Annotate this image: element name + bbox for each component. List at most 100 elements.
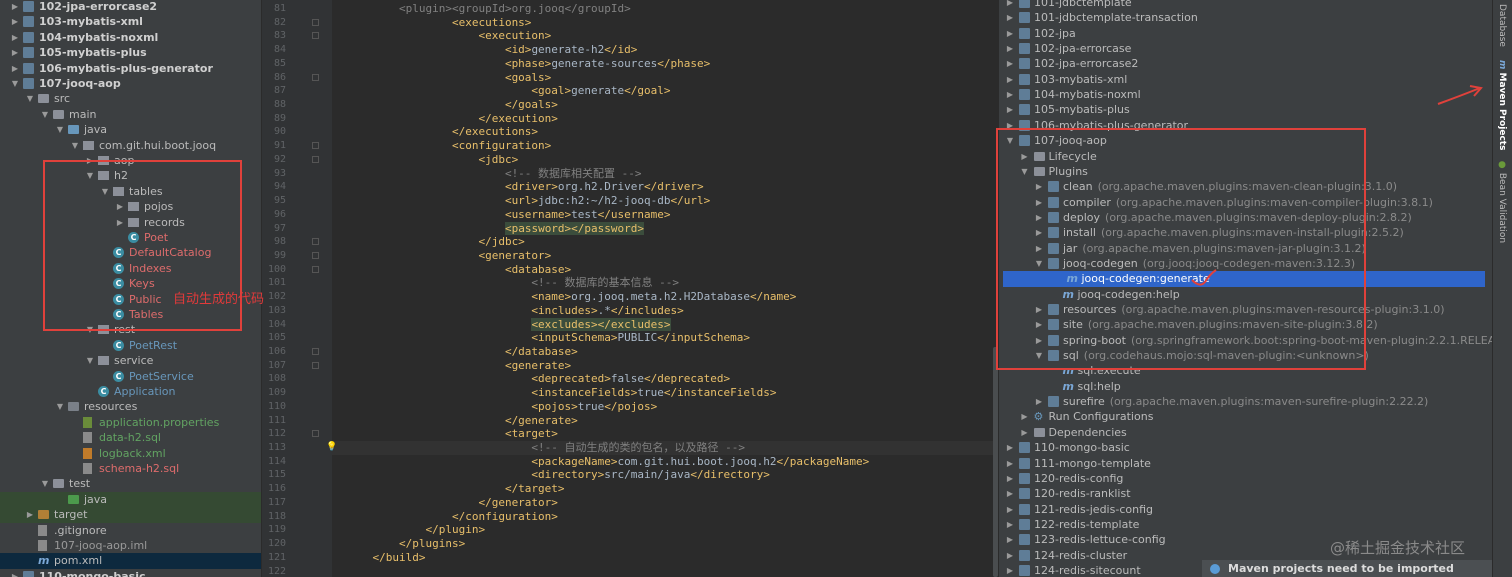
chevron-right-icon[interactable]: ▶	[1005, 87, 1015, 102]
code-line[interactable]: <goal>generate</goal>	[346, 84, 670, 98]
maven-tree-item-jar[interactable]: ▶ jar (org.apache.maven.plugins:maven-jar-…	[999, 241, 1492, 256]
code-line[interactable]: <generate>	[346, 359, 571, 373]
chevron-down-icon[interactable]: ▼	[85, 168, 95, 183]
project-tree-item-test[interactable]: ▼ test	[0, 476, 261, 491]
maven-tree-item-clean[interactable]: ▶ clean (org.apache.maven.plugins:maven-cl…	[999, 179, 1492, 194]
chevron-down-icon[interactable]: ▼	[40, 107, 50, 122]
project-tree-item-103-mybatis-xml[interactable]: ▶ 103-mybatis-xml	[0, 14, 261, 29]
maven-tree-item-plugins[interactable]: ▼ Plugins	[999, 164, 1492, 179]
maven-tree-item-resources[interactable]: ▶ resources (org.apache.maven.plugins:mave…	[999, 302, 1492, 317]
code-line[interactable]: <instanceFields>true</instanceFields>	[346, 386, 776, 400]
maven-tree-item-107-jooq-aop[interactable]: ▼ 107-jooq-aop	[999, 133, 1492, 148]
chevron-right-icon[interactable]: ▶	[10, 14, 20, 29]
code-line[interactable]: </plugins>	[346, 537, 465, 551]
import-notification[interactable]: Maven projects need to be imported	[1202, 560, 1492, 577]
maven-tree-item-sql-execute[interactable]: m sql:execute	[999, 363, 1492, 378]
project-tree-item-data-h2-sql[interactable]: data-h2.sql	[0, 430, 261, 445]
chevron-down-icon[interactable]: ▼	[85, 322, 95, 337]
chevron-down-icon[interactable]: ▼	[1034, 256, 1044, 271]
code-line[interactable]: <generator>	[346, 249, 551, 263]
chevron-right-icon[interactable]: ▶	[10, 569, 20, 577]
code-line[interactable]: </configuration>	[346, 510, 558, 524]
maven-tree-item-102-jpa-errorcase2[interactable]: ▶ 102-jpa-errorcase2	[999, 56, 1492, 71]
maven-tree-item-105-mybatis-plus[interactable]: ▶ 105-mybatis-plus	[999, 102, 1492, 117]
code-line[interactable]: <directory>src/main/java</directory>	[346, 468, 769, 482]
chevron-right-icon[interactable]: ▶	[1005, 10, 1015, 25]
code-line[interactable]: </target>	[346, 482, 565, 496]
fold-marker-icon[interactable]	[312, 238, 319, 246]
chevron-down-icon[interactable]: ▼	[10, 76, 20, 91]
project-tree-item-defaultcatalog[interactable]: C DefaultCatalog	[0, 245, 261, 260]
project-tree-item-main[interactable]: ▼ main	[0, 107, 261, 122]
chevron-down-icon[interactable]: ▼	[1020, 164, 1030, 179]
fold-marker-icon[interactable]	[312, 155, 319, 163]
maven-tree-item-deploy[interactable]: ▶ deploy (org.apache.maven.plugins:maven-d…	[999, 210, 1492, 225]
chevron-right-icon[interactable]: ▶	[1034, 333, 1044, 348]
maven-tree-item-103-mybatis-xml[interactable]: ▶ 103-mybatis-xml	[999, 72, 1492, 87]
code-line[interactable]: <jdbc>	[346, 153, 518, 167]
chevron-right-icon[interactable]: ▶	[1005, 41, 1015, 56]
code-line[interactable]: </generator>	[346, 496, 557, 510]
chevron-right-icon[interactable]: ▶	[1034, 317, 1044, 332]
maven-tree-item-jooq-codegen-generate[interactable]: m jooq-codegen:generate	[1003, 271, 1485, 287]
project-tree-item-target[interactable]: ▶ target	[0, 507, 261, 523]
chevron-right-icon[interactable]: ▶	[115, 215, 125, 230]
project-tree-item-110-mongo-basic[interactable]: ▶ 110-mongo-basic	[0, 569, 261, 577]
code-line[interactable]: </database>	[346, 345, 578, 359]
code-line[interactable]: <username>test</username>	[346, 208, 671, 222]
project-tree-item-src[interactable]: ▼ src	[0, 91, 261, 106]
chevron-right-icon[interactable]: ▶	[1005, 471, 1015, 486]
maven-tree-item-surefire[interactable]: ▶ surefire (org.apache.maven.plugins:maven…	[999, 394, 1492, 409]
maven-tree-item-120-redis-ranklist[interactable]: ▶ 120-redis-ranklist	[999, 486, 1492, 501]
maven-tree-item-104-mybatis-noxml[interactable]: ▶ 104-mybatis-noxml	[999, 87, 1492, 102]
chevron-right-icon[interactable]: ▶	[10, 0, 20, 14]
chevron-right-icon[interactable]: ▶	[1034, 241, 1044, 256]
chevron-right-icon[interactable]: ▶	[115, 199, 125, 214]
code-line[interactable]: <packageName>com.git.hui.boot.jooq.h2</p…	[346, 455, 869, 469]
code-line[interactable]: <plugin><groupId>org.jooq</groupId>	[346, 2, 631, 16]
project-tree-item-107-jooq-aop-iml[interactable]: 107-jooq-aop.iml	[0, 538, 261, 553]
chevron-right-icon[interactable]: ▶	[25, 507, 35, 522]
chevron-right-icon[interactable]: ▶	[85, 153, 95, 168]
chevron-right-icon[interactable]: ▶	[1034, 179, 1044, 194]
chevron-right-icon[interactable]: ▶	[1005, 486, 1015, 501]
fold-marker-icon[interactable]	[312, 18, 319, 26]
project-tree-item-102-jpa-errorcase2[interactable]: ▶ 102-jpa-errorcase2	[0, 0, 261, 14]
chevron-right-icon[interactable]: ▶	[1020, 149, 1030, 164]
code-line[interactable]: <inputSchema>PUBLIC</inputSchema>	[346, 331, 750, 345]
project-tree-item-records[interactable]: ▶ records	[0, 215, 261, 230]
maven-tree-item-spring-boot[interactable]: ▶ spring-boot (org.springframework.boot:sp…	[999, 333, 1492, 348]
maven-tree-item-dependencies[interactable]: ▶ Dependencies	[999, 425, 1492, 440]
chevron-right-icon[interactable]: ▶	[1005, 502, 1015, 517]
maven-tree-item-102-jpa-errorcase[interactable]: ▶ 102-jpa-errorcase	[999, 41, 1492, 56]
code-line[interactable]: <database>	[346, 263, 571, 277]
project-tree-item-application-properties[interactable]: application.properties	[0, 415, 261, 430]
project-tree-item-pojos[interactable]: ▶ pojos	[0, 199, 261, 214]
project-tree-item-tables[interactable]: C Tables	[0, 307, 261, 322]
maven-tree-item-compiler[interactable]: ▶ compiler (org.apache.maven.plugins:maven…	[999, 195, 1492, 210]
maven-tree-item-install[interactable]: ▶ install (org.apache.maven.plugins:maven-…	[999, 225, 1492, 240]
project-tree-item-resources[interactable]: ▼ resources	[0, 399, 261, 414]
chevron-right-icon[interactable]: ▶	[1034, 225, 1044, 240]
code-line[interactable]: </goals>	[346, 98, 558, 112]
maven-tree-item-120-redis-config[interactable]: ▶ 120-redis-config	[999, 471, 1492, 486]
chevron-right-icon[interactable]: ▶	[1020, 409, 1030, 424]
chevron-right-icon[interactable]: ▶	[1034, 210, 1044, 225]
chevron-right-icon[interactable]: ▶	[1005, 456, 1015, 471]
chevron-right-icon[interactable]: ▶	[1005, 72, 1015, 87]
bean-validation-tab[interactable]: ● Bean Validation	[1497, 160, 1507, 243]
chevron-right-icon[interactable]: ▶	[1005, 118, 1015, 133]
code-line[interactable]: <target>	[346, 427, 558, 441]
fold-marker-icon[interactable]	[312, 361, 319, 369]
chevron-right-icon[interactable]: ▶	[1005, 517, 1015, 532]
code-line[interactable]: <deprecated>false</deprecated>	[346, 372, 730, 386]
code-line[interactable]: <!-- 数据库的基本信息 -->	[346, 276, 679, 290]
project-tree-item-com-git-hui-boot-jooq[interactable]: ▼ com.git.hui.boot.jooq	[0, 138, 261, 153]
project-tree-item-application[interactable]: C Application	[0, 384, 261, 399]
maven-tree-item-111-mongo-template[interactable]: ▶ 111-mongo-template	[999, 456, 1492, 471]
maven-tree-item-122-redis-template[interactable]: ▶ 122-redis-template	[999, 517, 1492, 532]
chevron-right-icon[interactable]: ▶	[10, 30, 20, 45]
chevron-down-icon[interactable]: ▼	[85, 353, 95, 368]
code-line[interactable]: </plugin>	[346, 523, 485, 537]
project-tree-item-106-mybatis-plus-generator[interactable]: ▶ 106-mybatis-plus-generator	[0, 61, 261, 76]
